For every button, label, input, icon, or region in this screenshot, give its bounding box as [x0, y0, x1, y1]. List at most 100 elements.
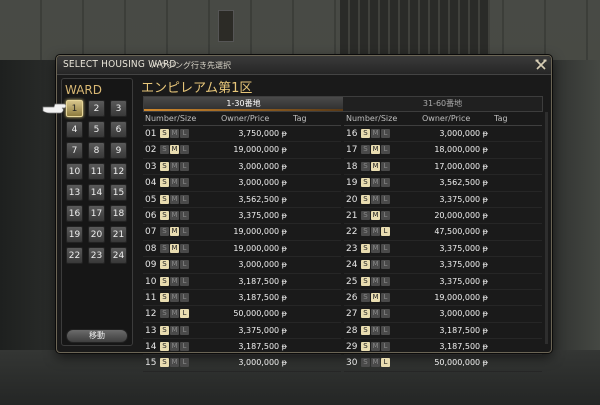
plot-size-indicator: SML [361, 145, 391, 155]
ward-button-16[interactable]: 16 [66, 205, 83, 222]
plot-row[interactable]: 23 S M L 3,375,000 ᵽ [344, 241, 542, 258]
plot-price: 3,562,500 ᵽ [439, 178, 488, 188]
plot-number: 19 [346, 178, 358, 189]
size-box-s: S [160, 260, 169, 270]
ward-button-5[interactable]: 5 [88, 121, 105, 138]
plot-row[interactable]: 06 S M L 3,375,000 ᵽ [143, 208, 341, 225]
size-box-m: M [371, 342, 380, 352]
plot-row[interactable]: 29 S M L 3,187,500 ᵽ [344, 339, 542, 356]
size-box-m: M [170, 292, 179, 302]
ward-button-7[interactable]: 7 [66, 142, 83, 159]
size-box-l: L [180, 210, 189, 220]
ward-button-1[interactable]: 1 [66, 100, 83, 117]
plot-row[interactable]: 27 S M L 3,000,000 ᵽ [344, 306, 542, 323]
ward-button-24[interactable]: 24 [110, 247, 127, 264]
plot-row[interactable]: 13 S M L 3,375,000 ᵽ [143, 323, 341, 340]
ward-label: WARD [65, 83, 102, 97]
plot-size-indicator: SML [160, 210, 190, 220]
ward-button-11[interactable]: 11 [88, 163, 105, 180]
plot-row[interactable]: 09 S M L 3,000,000 ᵽ [143, 257, 341, 274]
plot-size-indicator: SML [361, 243, 391, 253]
ward-button-17[interactable]: 17 [88, 205, 105, 222]
plot-row[interactable]: 08 S M L 19,000,000 ᵽ [143, 241, 341, 258]
size-box-m: M [170, 358, 179, 368]
ward-button-10[interactable]: 10 [66, 163, 83, 180]
plot-number: 02 [145, 145, 157, 156]
ward-panel: WARD 1 2 3 4 5 6 7 8 9 10 11 12 13 14 15 16 17 18 19 20 21 22… [61, 78, 133, 346]
plot-row[interactable]: 01 S M L 3,750,000 ᵽ [143, 126, 341, 143]
plot-row[interactable]: 12 S M L 50,000,000 ᵽ [143, 306, 341, 323]
size-box-s: S [361, 161, 370, 171]
plot-number: 29 [346, 342, 358, 353]
plot-row[interactable]: 18 S M L 17,000,000 ᵽ [344, 159, 542, 176]
plot-row[interactable]: 24 S M L 3,375,000 ᵽ [344, 257, 542, 274]
plot-row[interactable]: 10 S M L 3,187,500 ᵽ [143, 274, 341, 290]
plot-number: 10 [145, 276, 157, 287]
plot-row[interactable]: 07 S M L 19,000,000 ᵽ [143, 224, 341, 241]
size-box-l: L [381, 243, 390, 253]
ward-button-8[interactable]: 8 [88, 142, 105, 159]
ward-button-2[interactable]: 2 [88, 100, 105, 117]
size-box-s: S [160, 325, 169, 335]
ward-button-9[interactable]: 9 [110, 142, 127, 159]
move-button[interactable]: 移動 [66, 329, 128, 343]
plot-price: 19,000,000 ᵽ [233, 243, 287, 253]
ward-button-4[interactable]: 4 [66, 121, 83, 138]
plot-row[interactable]: 17 S M L 18,000,000 ᵽ [344, 142, 542, 159]
plot-row[interactable]: 11 S M L 3,187,500 ᵽ [143, 290, 341, 307]
ward-button-19[interactable]: 19 [66, 226, 83, 243]
size-box-m: M [371, 194, 380, 204]
size-box-s: S [160, 161, 169, 171]
plot-row[interactable]: 26 S M L 19,000,000 ᵽ [344, 290, 542, 307]
size-box-m: M [170, 276, 179, 286]
plot-row[interactable]: 21 S M L 20,000,000 ᵽ [344, 208, 542, 225]
ward-button-23[interactable]: 23 [88, 247, 105, 264]
ward-button-22[interactable]: 22 [66, 247, 83, 264]
plot-row[interactable]: 30 S M L 50,000,000 ᵽ [344, 355, 542, 372]
plot-row[interactable]: 04 S M L 3,000,000 ᵽ [143, 175, 341, 192]
ward-button-20[interactable]: 20 [88, 226, 105, 243]
tab-plots-31-60[interactable]: 31-60番地 [343, 97, 542, 111]
plot-number: 05 [145, 194, 157, 205]
size-box-l: L [180, 194, 189, 204]
ward-button-21[interactable]: 21 [110, 226, 127, 243]
plot-row[interactable]: 05 S M L 3,562,500 ᵽ [143, 192, 341, 208]
size-box-m: M [371, 161, 380, 171]
plot-row[interactable]: 28 S M L 3,187,500 ᵽ [344, 323, 542, 340]
ward-button-18[interactable]: 18 [110, 205, 127, 222]
plot-row[interactable]: 19 S M L 3,562,500 ᵽ [344, 175, 542, 192]
size-box-s: S [160, 276, 169, 286]
ward-button-13[interactable]: 13 [66, 184, 83, 201]
header-tag: Tag [293, 114, 307, 123]
plot-price: 19,000,000 ᵽ [233, 227, 287, 237]
plot-number: 30 [346, 358, 358, 369]
plot-row[interactable]: 15 S M L 3,000,000 ᵽ [143, 355, 341, 372]
ward-button-14[interactable]: 14 [88, 184, 105, 201]
plot-number: 25 [346, 276, 358, 287]
ward-button-3[interactable]: 3 [110, 100, 127, 117]
window-titlebar[interactable]: SELECT HOUSING WARD ハウジング行き先選択 [57, 56, 551, 75]
plot-size-indicator: SML [361, 276, 391, 286]
ward-button-15[interactable]: 15 [110, 184, 127, 201]
tab-plots-1-30[interactable]: 1-30番地 [144, 97, 343, 111]
ward-button-6[interactable]: 6 [110, 121, 127, 138]
size-box-m: M [371, 358, 380, 368]
plot-row[interactable]: 03 S M L 3,000,000 ᵽ [143, 159, 341, 176]
plot-row[interactable]: 16 S M L 3,000,000 ᵽ [344, 126, 542, 143]
plot-row[interactable]: 02 S M L 19,000,000 ᵽ [143, 142, 341, 159]
table-scrollbar[interactable] [545, 112, 548, 344]
plot-size-indicator: SML [361, 342, 391, 352]
ward-button-12[interactable]: 12 [110, 163, 127, 180]
size-box-m: M [170, 210, 179, 220]
plot-row[interactable]: 20 S M L 3,375,000 ᵽ [344, 192, 542, 208]
plot-row[interactable]: 25 S M L 3,375,000 ᵽ [344, 274, 542, 290]
plot-row[interactable]: 22 S M L 47,500,000 ᵽ [344, 224, 542, 241]
size-box-l: L [381, 145, 390, 155]
plot-row[interactable]: 14 S M L 3,187,500 ᵽ [143, 339, 341, 356]
size-box-m: M [170, 309, 179, 319]
size-box-m: M [371, 325, 380, 335]
size-box-l: L [381, 309, 390, 319]
header-owner-price: Owner/Price [422, 114, 471, 123]
crossed-hammers-icon[interactable] [535, 59, 547, 71]
size-box-l: L [381, 227, 390, 237]
